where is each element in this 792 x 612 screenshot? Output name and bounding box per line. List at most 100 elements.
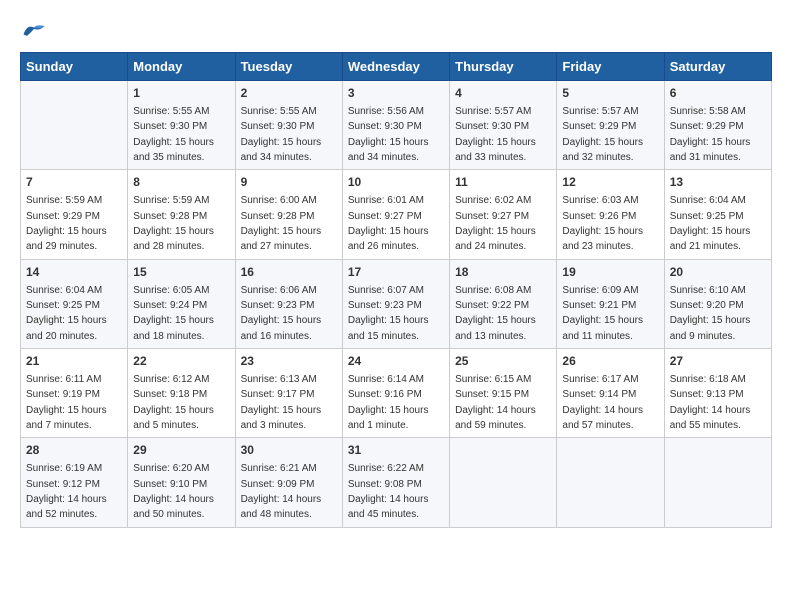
calendar-cell: 12 Sunrise: 6:03 AM Sunset: 9:26 PM Dayli…	[557, 170, 664, 259]
day-number: 8	[133, 174, 229, 191]
day-number: 9	[241, 174, 337, 191]
calendar-cell: 13Sunrise: 6:04 AM Sunset: 9:25 PM Dayli…	[664, 170, 771, 259]
week-row-5: 28 Sunrise: 6:19 AM Sunset: 9:12 PM Dayli…	[21, 438, 772, 527]
day-info: Sunrise: 6:15 AM Sunset: 9:15 PM Dayligh…	[455, 374, 536, 431]
day-info: Sunrise: 6:18 AM Sunset: 9:13 PM Dayligh…	[670, 374, 751, 431]
calendar-cell: 30 Sunrise: 6:21 AM Sunset: 9:09 PM Dayli…	[235, 438, 342, 527]
week-row-3: 14 Sunrise: 6:04 AM Sunset: 9:25 PM Dayli…	[21, 259, 772, 348]
day-number: 31	[348, 442, 444, 459]
calendar-cell: 2 Sunrise: 5:55 AM Sunset: 9:30 PM Daylig…	[235, 81, 342, 170]
day-number: 2	[241, 85, 337, 102]
calendar-cell: 31 Sunrise: 6:22 AM Sunset: 9:08 PM Dayli…	[342, 438, 449, 527]
day-info: Sunrise: 6:00 AM Sunset: 9:28 PM Dayligh…	[241, 195, 322, 252]
week-row-2: 7Sunrise: 5:59 AM Sunset: 9:29 PM Daylig…	[21, 170, 772, 259]
calendar-cell: 10Sunrise: 6:01 AM Sunset: 9:27 PM Dayli…	[342, 170, 449, 259]
calendar-cell: 11Sunrise: 6:02 AM Sunset: 9:27 PM Dayli…	[450, 170, 557, 259]
calendar-cell: 15Sunrise: 6:05 AM Sunset: 9:24 PM Dayli…	[128, 259, 235, 348]
calendar-cell: 5 Sunrise: 5:57 AM Sunset: 9:29 PM Daylig…	[557, 81, 664, 170]
day-number: 17	[348, 264, 444, 281]
calendar-cell	[450, 438, 557, 527]
day-number: 29	[133, 442, 229, 459]
calendar-cell: 18 Sunrise: 6:08 AM Sunset: 9:22 PM Dayli…	[450, 259, 557, 348]
calendar-cell: 26 Sunrise: 6:17 AM Sunset: 9:14 PM Dayli…	[557, 349, 664, 438]
header-day-tuesday: Tuesday	[235, 53, 342, 81]
header-day-monday: Monday	[128, 53, 235, 81]
day-number: 3	[348, 85, 444, 102]
day-number: 16	[241, 264, 337, 281]
day-info: Sunrise: 6:17 AM Sunset: 9:14 PM Dayligh…	[562, 374, 643, 431]
calendar-cell: 17 Sunrise: 6:07 AM Sunset: 9:23 PM Dayli…	[342, 259, 449, 348]
calendar-cell: 6Sunrise: 5:58 AM Sunset: 9:29 PM Daylig…	[664, 81, 771, 170]
calendar-cell: 24 Sunrise: 6:14 AM Sunset: 9:16 PM Dayli…	[342, 349, 449, 438]
day-info: Sunrise: 5:55 AM Sunset: 9:30 PM Dayligh…	[241, 106, 322, 163]
calendar-cell: 8 Sunrise: 5:59 AM Sunset: 9:28 PM Daylig…	[128, 170, 235, 259]
day-info: Sunrise: 5:57 AM Sunset: 9:30 PM Dayligh…	[455, 106, 536, 163]
day-info: Sunrise: 5:57 AM Sunset: 9:29 PM Dayligh…	[562, 106, 643, 163]
day-number: 12	[562, 174, 658, 191]
calendar-cell: 29 Sunrise: 6:20 AM Sunset: 9:10 PM Dayli…	[128, 438, 235, 527]
day-info: Sunrise: 6:22 AM Sunset: 9:08 PM Dayligh…	[348, 463, 429, 520]
day-number: 27	[670, 353, 766, 370]
calendar-cell: 27 Sunrise: 6:18 AM Sunset: 9:13 PM Dayli…	[664, 349, 771, 438]
header-day-friday: Friday	[557, 53, 664, 81]
calendar-cell: 25 Sunrise: 6:15 AM Sunset: 9:15 PM Dayli…	[450, 349, 557, 438]
day-info: Sunrise: 6:03 AM Sunset: 9:26 PM Dayligh…	[562, 195, 643, 252]
day-info: Sunrise: 6:10 AM Sunset: 9:20 PM Dayligh…	[670, 285, 751, 342]
day-number: 28	[26, 442, 122, 459]
day-info: Sunrise: 6:05 AM Sunset: 9:24 PM Dayligh…	[133, 285, 214, 342]
page-header	[20, 20, 772, 42]
header-day-thursday: Thursday	[450, 53, 557, 81]
day-number: 14	[26, 264, 122, 281]
calendar-cell: 3 Sunrise: 5:56 AM Sunset: 9:30 PM Daylig…	[342, 81, 449, 170]
day-info: Sunrise: 5:58 AM Sunset: 9:29 PM Dayligh…	[670, 106, 751, 163]
day-info: Sunrise: 6:01 AM Sunset: 9:27 PM Dayligh…	[348, 195, 429, 252]
day-info: Sunrise: 6:21 AM Sunset: 9:09 PM Dayligh…	[241, 463, 322, 520]
calendar-cell: 20 Sunrise: 6:10 AM Sunset: 9:20 PM Dayli…	[664, 259, 771, 348]
day-number: 19	[562, 264, 658, 281]
day-info: Sunrise: 6:07 AM Sunset: 9:23 PM Dayligh…	[348, 285, 429, 342]
day-number: 23	[241, 353, 337, 370]
day-info: Sunrise: 5:55 AM Sunset: 9:30 PM Dayligh…	[133, 106, 214, 163]
day-number: 7	[26, 174, 122, 191]
day-number: 24	[348, 353, 444, 370]
day-number: 26	[562, 353, 658, 370]
calendar-cell	[21, 81, 128, 170]
calendar-cell: 21Sunrise: 6:11 AM Sunset: 9:19 PM Dayli…	[21, 349, 128, 438]
day-info: Sunrise: 6:20 AM Sunset: 9:10 PM Dayligh…	[133, 463, 214, 520]
calendar-cell	[664, 438, 771, 527]
week-row-4: 21Sunrise: 6:11 AM Sunset: 9:19 PM Dayli…	[21, 349, 772, 438]
day-info: Sunrise: 6:04 AM Sunset: 9:25 PM Dayligh…	[26, 285, 107, 342]
day-info: Sunrise: 6:09 AM Sunset: 9:21 PM Dayligh…	[562, 285, 643, 342]
day-info: Sunrise: 6:04 AM Sunset: 9:25 PM Dayligh…	[670, 195, 751, 252]
calendar-cell: 22 Sunrise: 6:12 AM Sunset: 9:18 PM Dayli…	[128, 349, 235, 438]
day-number: 1	[133, 85, 229, 102]
calendar-cell: 19 Sunrise: 6:09 AM Sunset: 9:21 PM Dayli…	[557, 259, 664, 348]
calendar-cell: 9 Sunrise: 6:00 AM Sunset: 9:28 PM Daylig…	[235, 170, 342, 259]
day-number: 22	[133, 353, 229, 370]
day-number: 18	[455, 264, 551, 281]
header-day-sunday: Sunday	[21, 53, 128, 81]
day-info: Sunrise: 5:59 AM Sunset: 9:28 PM Dayligh…	[133, 195, 214, 252]
day-info: Sunrise: 6:14 AM Sunset: 9:16 PM Dayligh…	[348, 374, 429, 431]
day-info: Sunrise: 6:19 AM Sunset: 9:12 PM Dayligh…	[26, 463, 107, 520]
calendar-cell: 16 Sunrise: 6:06 AM Sunset: 9:23 PM Dayli…	[235, 259, 342, 348]
week-row-1: 1 Sunrise: 5:55 AM Sunset: 9:30 PM Daylig…	[21, 81, 772, 170]
header-day-wednesday: Wednesday	[342, 53, 449, 81]
day-number: 30	[241, 442, 337, 459]
header-day-saturday: Saturday	[664, 53, 771, 81]
day-number: 5	[562, 85, 658, 102]
day-info: Sunrise: 5:56 AM Sunset: 9:30 PM Dayligh…	[348, 106, 429, 163]
calendar-cell: 4Sunrise: 5:57 AM Sunset: 9:30 PM Daylig…	[450, 81, 557, 170]
day-number: 21	[26, 353, 122, 370]
calendar-cell: 1 Sunrise: 5:55 AM Sunset: 9:30 PM Daylig…	[128, 81, 235, 170]
day-number: 20	[670, 264, 766, 281]
day-info: Sunrise: 6:08 AM Sunset: 9:22 PM Dayligh…	[455, 285, 536, 342]
calendar-cell: 23Sunrise: 6:13 AM Sunset: 9:17 PM Dayli…	[235, 349, 342, 438]
day-info: Sunrise: 6:06 AM Sunset: 9:23 PM Dayligh…	[241, 285, 322, 342]
day-number: 25	[455, 353, 551, 370]
calendar-cell: 7Sunrise: 5:59 AM Sunset: 9:29 PM Daylig…	[21, 170, 128, 259]
day-info: Sunrise: 6:02 AM Sunset: 9:27 PM Dayligh…	[455, 195, 536, 252]
calendar-cell: 14 Sunrise: 6:04 AM Sunset: 9:25 PM Dayli…	[21, 259, 128, 348]
day-info: Sunrise: 6:12 AM Sunset: 9:18 PM Dayligh…	[133, 374, 214, 431]
calendar-cell	[557, 438, 664, 527]
